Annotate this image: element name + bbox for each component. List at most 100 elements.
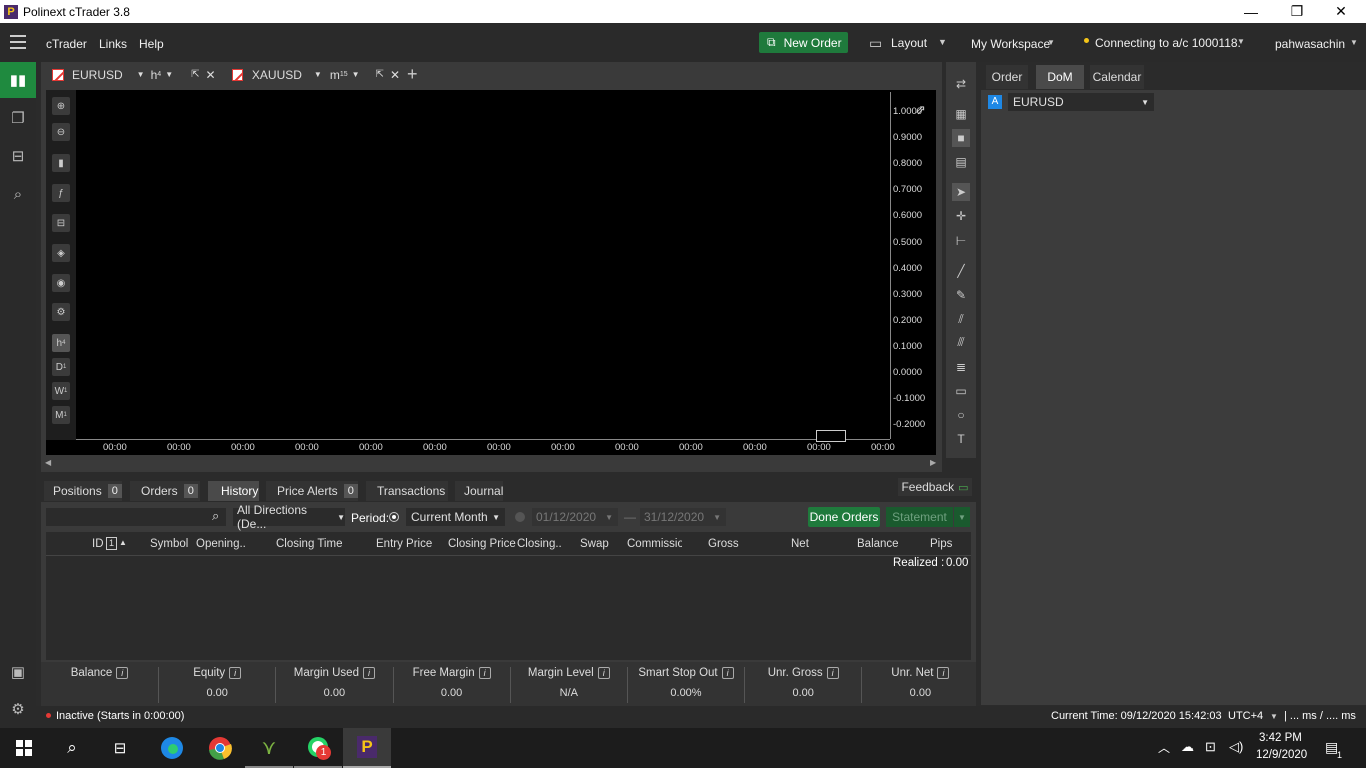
briefcase-icon[interactable]: ▣: [0, 654, 36, 690]
search-icon[interactable]: ⌕: [48, 728, 96, 768]
chevron-down-icon[interactable]: ▼: [352, 70, 360, 79]
sort-asc-icon[interactable]: ▲: [119, 538, 127, 547]
column-balance[interactable]: Balance: [857, 538, 899, 550]
trading-app-icon[interactable]: ⋎: [245, 728, 293, 768]
zoom-out-icon[interactable]: ⊖: [52, 123, 70, 141]
feedback-button[interactable]: Feedback ▭: [898, 478, 972, 496]
timeframe-label[interactable]: m: [330, 68, 340, 82]
search-field[interactable]: [46, 508, 206, 526]
close-icon[interactable]: ✕: [390, 68, 400, 82]
timeframe-label[interactable]: h: [151, 68, 158, 82]
ellipse-icon[interactable]: ○: [952, 406, 970, 424]
close-window-button[interactable]: ✕: [1318, 0, 1364, 23]
layers-icon[interactable]: ◈: [52, 244, 70, 262]
info-icon[interactable]: i: [116, 667, 129, 679]
chart-settings-icon[interactable]: ⚙: [52, 303, 70, 321]
timeframe-h4-button[interactable]: h4: [52, 334, 70, 352]
tab-calendar[interactable]: Calendar: [1090, 65, 1144, 89]
history-search-input[interactable]: [46, 508, 226, 526]
period-radio-current[interactable]: [389, 512, 399, 522]
minimize-button[interactable]: —: [1228, 0, 1274, 23]
windows-start-icon[interactable]: [0, 728, 48, 768]
tab-dom[interactable]: DoM: [1036, 65, 1084, 89]
crosshair-icon[interactable]: ✛: [952, 207, 970, 225]
timeframe-w1-button[interactable]: W1: [52, 382, 70, 400]
chart-type-icon[interactable]: ▮: [52, 154, 70, 172]
info-icon[interactable]: i: [937, 667, 950, 679]
column-closing[interactable]: Closing..: [517, 538, 562, 550]
column-commission[interactable]: Commission: [627, 538, 682, 550]
chevron-down-icon[interactable]: ▼: [1237, 37, 1245, 46]
date-from-input[interactable]: 01/12/2020 ▼: [532, 508, 618, 526]
statement-dropdown-icon[interactable]: ▼: [954, 507, 970, 527]
trend-line-icon[interactable]: ╱: [952, 262, 970, 280]
column-symbol[interactable]: Symbol: [150, 538, 188, 550]
info-icon[interactable]: i: [597, 667, 610, 679]
info-icon[interactable]: i: [721, 667, 734, 679]
eye-icon[interactable]: ◉: [52, 274, 70, 292]
chart-canvas[interactable]: [46, 90, 936, 455]
chrome-icon[interactable]: [196, 728, 244, 768]
column-entry-price[interactable]: Entry Price: [376, 538, 432, 550]
timeframe-d1-button[interactable]: D1: [52, 358, 70, 376]
done-orders-button[interactable]: Done Orders: [808, 507, 880, 527]
search-icon[interactable]: ⌕: [212, 508, 219, 524]
edge-icon[interactable]: [148, 728, 196, 768]
tab-order[interactable]: Order: [986, 65, 1028, 89]
onedrive-icon[interactable]: ☁: [1181, 739, 1194, 755]
zoom-in-icon[interactable]: ⊕: [52, 97, 70, 115]
info-icon[interactable]: i: [362, 667, 375, 679]
gear-icon[interactable]: ⚙: [0, 691, 36, 727]
tab-transactions[interactable]: Transactions: [366, 481, 448, 501]
network-icon[interactable]: ⊡: [1205, 739, 1216, 755]
column-id[interactable]: ID: [92, 538, 104, 550]
column-pips[interactable]: Pips: [930, 538, 952, 550]
analyze-icon[interactable]: ⌕: [0, 176, 36, 212]
time-scroll-handle[interactable]: [816, 430, 846, 442]
add-tab-icon[interactable]: +: [407, 64, 418, 85]
volume-icon[interactable]: ◁): [1229, 739, 1243, 755]
cursor-icon[interactable]: ➤: [952, 183, 970, 201]
trade-icon[interactable]: ▮▮: [0, 62, 36, 98]
measure-icon[interactable]: ⊢: [952, 232, 970, 250]
menu-links[interactable]: Links: [99, 37, 127, 51]
connection-status[interactable]: Connecting to a/c 1000118.: [1095, 36, 1241, 50]
info-icon[interactable]: i: [229, 667, 242, 679]
chevron-down-icon[interactable]: ▼: [165, 70, 173, 79]
rectangle-icon[interactable]: ▭: [952, 382, 970, 400]
hamburger-icon[interactable]: [10, 35, 26, 49]
tab-journal[interactable]: Journal: [455, 481, 503, 501]
ctrader-taskbar-icon[interactable]: P: [343, 728, 391, 768]
automate-icon[interactable]: ⊟: [0, 138, 36, 174]
period-select[interactable]: Current Month ▼: [406, 508, 505, 526]
chevron-down-icon[interactable]: ▼: [314, 70, 322, 79]
timezone-select[interactable]: UTC+4: [1228, 710, 1263, 722]
chevron-down-icon[interactable]: ▼: [1270, 712, 1278, 721]
fibonacci-icon[interactable]: ≣: [952, 358, 970, 376]
timeframe-m1-button[interactable]: M1: [52, 406, 70, 424]
dom-symbol-select[interactable]: EURUSD ▼: [1008, 93, 1154, 111]
column-closing-price[interactable]: Closing Price: [448, 538, 516, 550]
workspace-menu[interactable]: My Workspace: [971, 37, 1050, 51]
chevron-down-icon[interactable]: ▼: [137, 70, 145, 79]
scroll-left-icon[interactable]: ◀: [45, 458, 51, 467]
show-hidden-icon[interactable]: ︿: [1158, 739, 1170, 756]
pitchfork-icon[interactable]: ⫽: [952, 310, 970, 328]
detach-icon[interactable]: ⇱: [191, 69, 199, 80]
pen-icon[interactable]: ✎: [952, 286, 970, 304]
info-icon[interactable]: i: [478, 667, 491, 679]
indicators-icon[interactable]: ƒ: [52, 184, 70, 202]
scroll-right-icon[interactable]: ▶: [930, 458, 936, 467]
tab-positions[interactable]: Positions 0: [44, 481, 122, 501]
menu-ctrader[interactable]: cTrader: [46, 37, 87, 51]
column-closing-time[interactable]: Closing Time: [276, 538, 342, 550]
directions-select[interactable]: All Directions (De... ▼: [233, 503, 345, 531]
grid-layout-icon[interactable]: ▦: [952, 105, 970, 123]
chevron-down-icon[interactable]: ▼: [1047, 38, 1055, 47]
detach-icon[interactable]: ⇱: [376, 69, 384, 80]
layout-menu[interactable]: Layout: [891, 36, 927, 50]
sync-icon[interactable]: ⇄: [952, 75, 970, 93]
channel-icon[interactable]: ⫻: [952, 333, 970, 351]
menu-help[interactable]: Help: [139, 37, 164, 51]
close-icon[interactable]: ✕: [206, 68, 216, 82]
